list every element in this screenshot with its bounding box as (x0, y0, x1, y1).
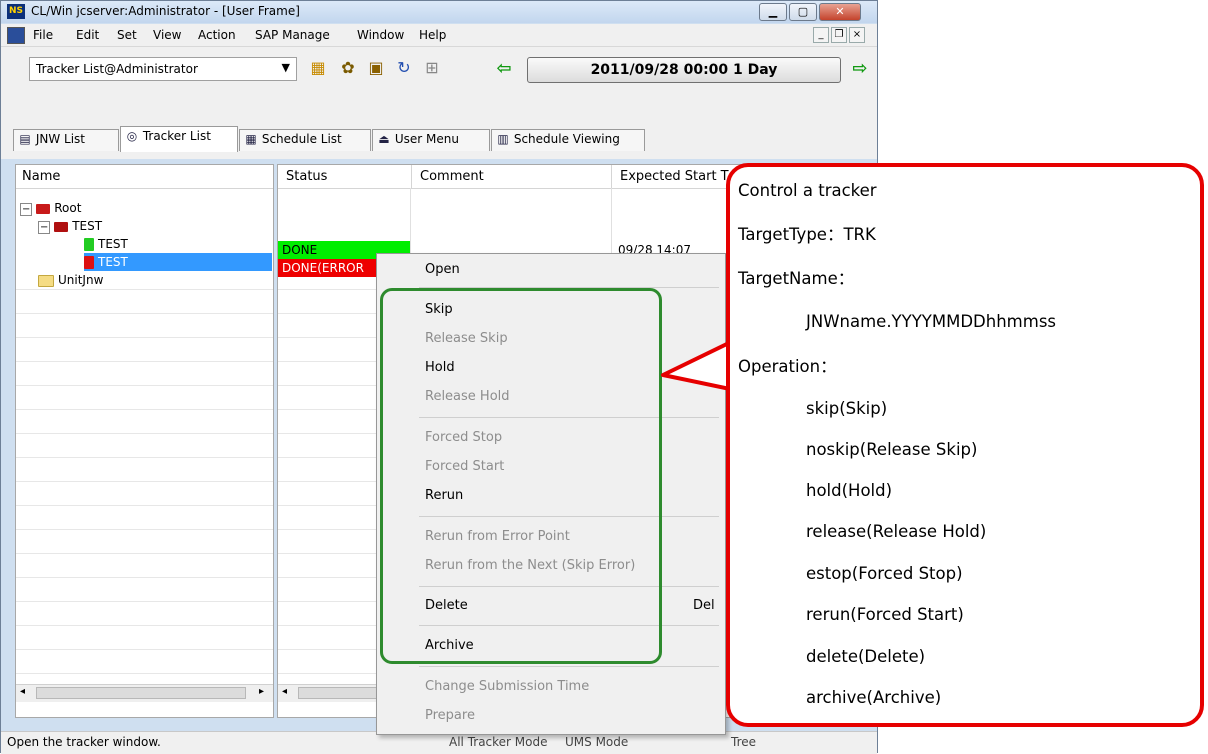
refresh-icon[interactable]: ↻ (393, 57, 415, 79)
column-status[interactable]: Status (278, 165, 412, 188)
maximize-button[interactable]: ▢ (789, 3, 817, 21)
callout-pointer (661, 338, 735, 392)
callout-operation: rerun(Forced Start) (806, 605, 964, 624)
scroll-right-icon[interactable]: ▸ (259, 686, 264, 697)
tab-jnw-list[interactable]: ▤ JNW List (13, 129, 119, 151)
mdi-restore-button[interactable]: ❐ (831, 27, 847, 43)
status-message: Open the tracker window. (7, 735, 161, 749)
tree-node-label: UnitJnw (58, 273, 104, 287)
callout-operation: release(Release Hold) (806, 522, 987, 541)
status-mode-tracker: All Tracker Mode (449, 735, 548, 749)
tree-header[interactable]: Name (16, 165, 273, 189)
title-bar[interactable]: NS CL/Win jcserver:Administrator - [User… (1, 1, 877, 23)
callout-operation-label: Operation： (738, 357, 837, 376)
tree-node-label: TEST (72, 219, 103, 233)
user-menu-icon: ⏏ (378, 132, 390, 146)
document-icon (7, 27, 25, 44)
tab-schedule-list[interactable]: ▦ Schedule List (239, 129, 371, 151)
date-range-display[interactable]: 2011/09/28 00:00 1 Day (527, 57, 841, 83)
minimize-button[interactable]: ▁ (759, 3, 787, 21)
callout-operation: archive(Archive) (806, 688, 942, 707)
scrollbar-thumb[interactable] (298, 687, 388, 699)
tree-node-label: TEST (98, 237, 128, 251)
next-date-button[interactable]: ⇨ (847, 59, 873, 79)
schedule-icon: ▦ (245, 132, 257, 146)
toolbar: Tracker List@Administrator ▼ ▦ ✿ ▣ ↻ ⊞ ⇦… (1, 46, 877, 87)
tab-label: Tracker List (142, 129, 211, 143)
scroll-left-icon[interactable]: ◂ (282, 686, 287, 697)
close-button[interactable]: ✕ (819, 3, 861, 21)
window-title: CL/Win jcserver:Administrator - [User Fr… (31, 4, 300, 18)
chevron-down-icon[interactable]: ▼ (282, 61, 290, 74)
callout-title: Control a tracker (738, 181, 877, 200)
previous-date-button[interactable]: ⇦ (491, 59, 517, 79)
view-selector-value: Tracker List@Administrator (36, 62, 198, 76)
tab-tracker-list[interactable]: ◎ Tracker List (120, 126, 238, 152)
tree-pane: Name − Root − TEST TEST TEST UnitJnw ◂ ▸ (15, 164, 274, 718)
tree-node-label: Root (54, 201, 82, 215)
chart-icon: ▥ (497, 132, 509, 146)
schedule-icon[interactable]: ▦ (307, 57, 329, 79)
callout-operation: estop(Forced Stop) (806, 564, 963, 583)
scrollbar-thumb[interactable] (36, 687, 246, 699)
tree-node-unitjnw[interactable]: UnitJnw (38, 271, 103, 289)
scroll-left-icon[interactable]: ◂ (20, 686, 25, 697)
mdi-close-button[interactable]: × (849, 27, 865, 43)
tracker-tool-icon[interactable]: ✿ (337, 57, 359, 79)
job-error-icon (84, 256, 94, 269)
mdi-minimize-button[interactable]: _ (813, 27, 829, 43)
tab-label: JNW List (35, 132, 85, 146)
tab-label: Schedule Viewing (513, 132, 620, 146)
operations-highlight (380, 288, 662, 664)
tree-header-label: Name (22, 169, 61, 184)
tab-user-menu[interactable]: ⏏ User Menu (372, 129, 490, 151)
menu-window[interactable]: Window (357, 28, 404, 42)
menu-view[interactable]: View (153, 28, 181, 42)
menu-set[interactable]: Set (117, 28, 137, 42)
menu-item-prepare[interactable]: Prepare (425, 703, 475, 729)
menu-item-change-submission-time[interactable]: Change Submission Time (425, 674, 589, 700)
job-done-icon (84, 238, 94, 251)
jnw-icon: ▤ (19, 132, 31, 146)
tab-label: Schedule List (261, 132, 342, 146)
view-selector-combo[interactable]: Tracker List@Administrator ▼ (29, 57, 297, 81)
jnw-folder-icon (36, 203, 51, 214)
folder-icon (38, 274, 54, 287)
callout-operation: hold(Hold) (806, 481, 893, 500)
column-comment[interactable]: Comment (412, 165, 612, 188)
tree-node-root[interactable]: − Root (20, 199, 81, 217)
tree-node-test-error[interactable]: TEST (84, 253, 272, 271)
menu-help[interactable]: Help (419, 28, 446, 42)
menu-sap-manage[interactable]: SAP Manage (255, 28, 330, 42)
jnw-folder-error-icon (54, 221, 69, 232)
callout-operation: noskip(Release Skip) (806, 440, 978, 459)
status-mode-ums: UMS Mode (565, 735, 629, 749)
menu-bar: File Edit Set View Action SAP Manage Win… (1, 24, 877, 46)
callout-box: Control a tracker TargetType：TRK TargetN… (726, 163, 1204, 727)
callout-target-name-label: TargetName： (738, 269, 855, 288)
menu-item-open[interactable]: Open (425, 257, 460, 283)
tree-node-test-done[interactable]: TEST (84, 235, 128, 253)
callout-target-type: TargetType：TRK (738, 225, 876, 244)
callout-target-name-value: JNWname.YYYYMMDDhhmmss (806, 312, 1057, 331)
tab-schedule-viewing[interactable]: ▥ Schedule Viewing (491, 129, 645, 151)
binoculars-icon: ◎ (126, 129, 138, 143)
callout-operation: skip(Skip) (806, 399, 888, 418)
menu-edit[interactable]: Edit (76, 28, 99, 42)
callout-operation: delete(Delete) (806, 647, 926, 666)
app-icon: NS (7, 4, 25, 19)
tree-node-label: TEST (98, 255, 128, 269)
binoculars-icon[interactable]: ⊞ (421, 57, 443, 79)
tab-bar: ▤ JNW List ◎ Tracker List ▦ Schedule Lis… (1, 86, 877, 159)
status-mode-tree: Tree (731, 735, 757, 749)
calendar-icon[interactable]: ▣ (365, 57, 387, 79)
tree-horizontal-scrollbar[interactable]: ◂ ▸ (16, 684, 273, 702)
menu-file[interactable]: File (33, 28, 53, 42)
tree-node-test-group[interactable]: − TEST (38, 217, 102, 235)
menu-action[interactable]: Action (198, 28, 236, 42)
delete-shortcut: Del (693, 598, 715, 613)
tab-label: User Menu (394, 132, 459, 146)
